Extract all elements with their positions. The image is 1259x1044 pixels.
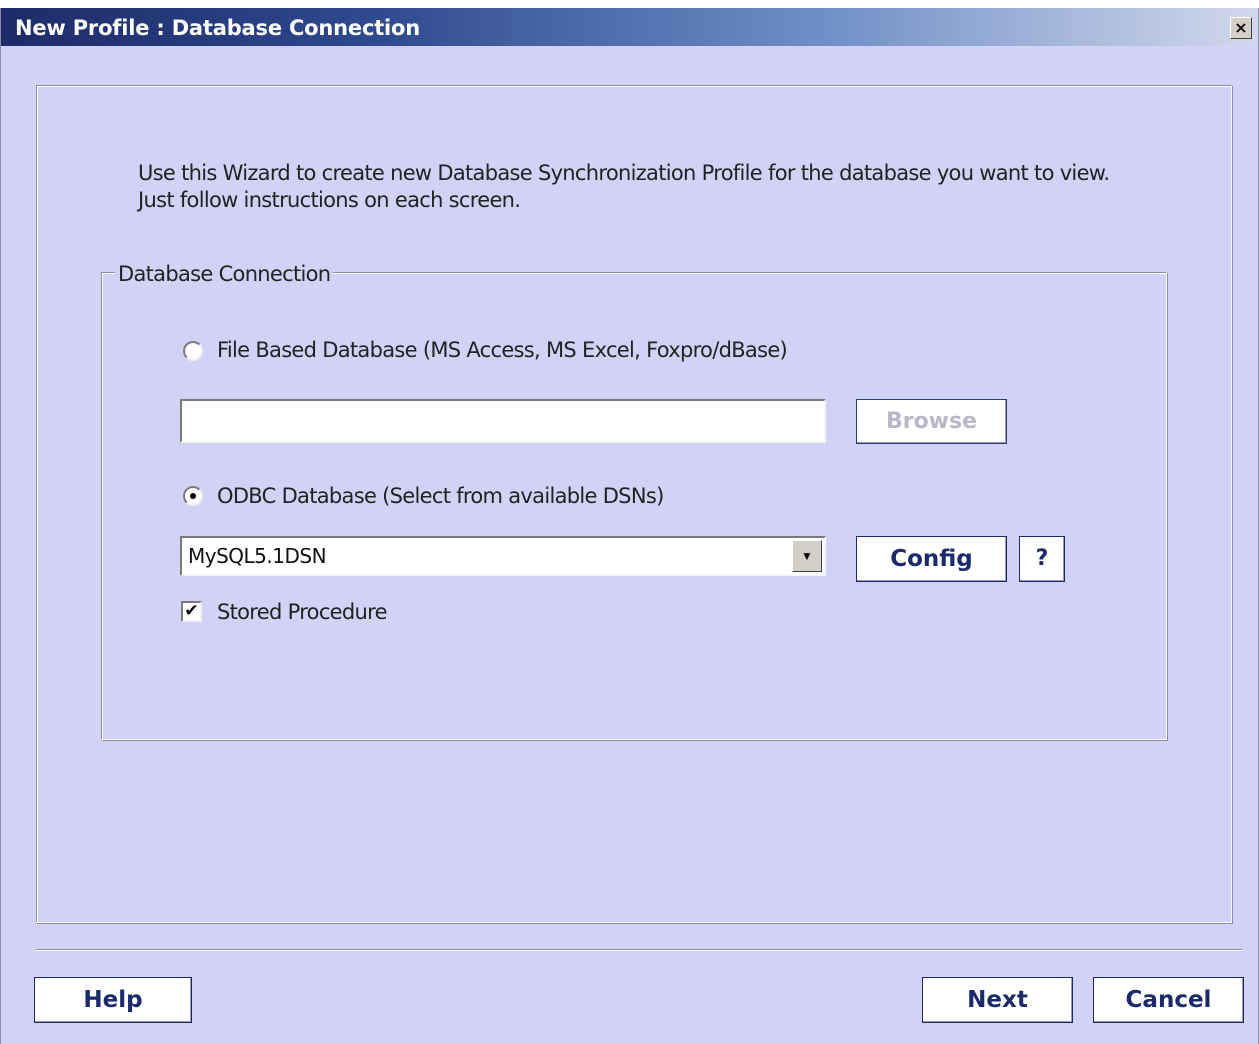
dsn-selected-value: MySQL5.1DSN [188, 544, 327, 568]
file-based-label[interactable]: File Based Database (MS Access, MS Excel… [217, 338, 788, 362]
title-bar: New Profile : Database Connection × [1, 8, 1258, 46]
intro-text: Use this Wizard to create new Database S… [138, 161, 1110, 212]
dsn-select[interactable]: MySQL5.1DSN ▼ [180, 536, 826, 576]
dsn-dropdown-button[interactable]: ▼ [792, 540, 822, 572]
stored-procedure-label[interactable]: Stored Procedure [217, 600, 388, 624]
chevron-down-icon: ▼ [801, 549, 813, 563]
file-path-input[interactable] [180, 399, 826, 443]
browse-button[interactable]: Browse [856, 399, 1007, 444]
odbc-label[interactable]: ODBC Database (Select from available DSN… [217, 484, 664, 508]
close-icon: × [1234, 18, 1248, 37]
odbc-help-button[interactable]: ? [1019, 536, 1065, 582]
radio-selected-dot [190, 493, 196, 499]
window-title: New Profile : Database Connection [15, 16, 421, 40]
check-icon: ✔ [184, 601, 199, 620]
file-based-radio[interactable] [183, 341, 203, 361]
footer-divider [36, 949, 1242, 951]
cancel-button[interactable]: Cancel [1093, 977, 1244, 1023]
wizard-window: New Profile : Database Connection × Use … [0, 8, 1259, 1044]
next-button[interactable]: Next [922, 977, 1073, 1023]
close-button[interactable]: × [1230, 17, 1252, 39]
config-button[interactable]: Config [856, 536, 1007, 582]
group-legend: Database Connection [115, 262, 334, 286]
odbc-radio[interactable] [183, 486, 203, 506]
stored-procedure-checkbox[interactable]: ✔ [181, 601, 202, 622]
help-button[interactable]: Help [34, 977, 192, 1023]
